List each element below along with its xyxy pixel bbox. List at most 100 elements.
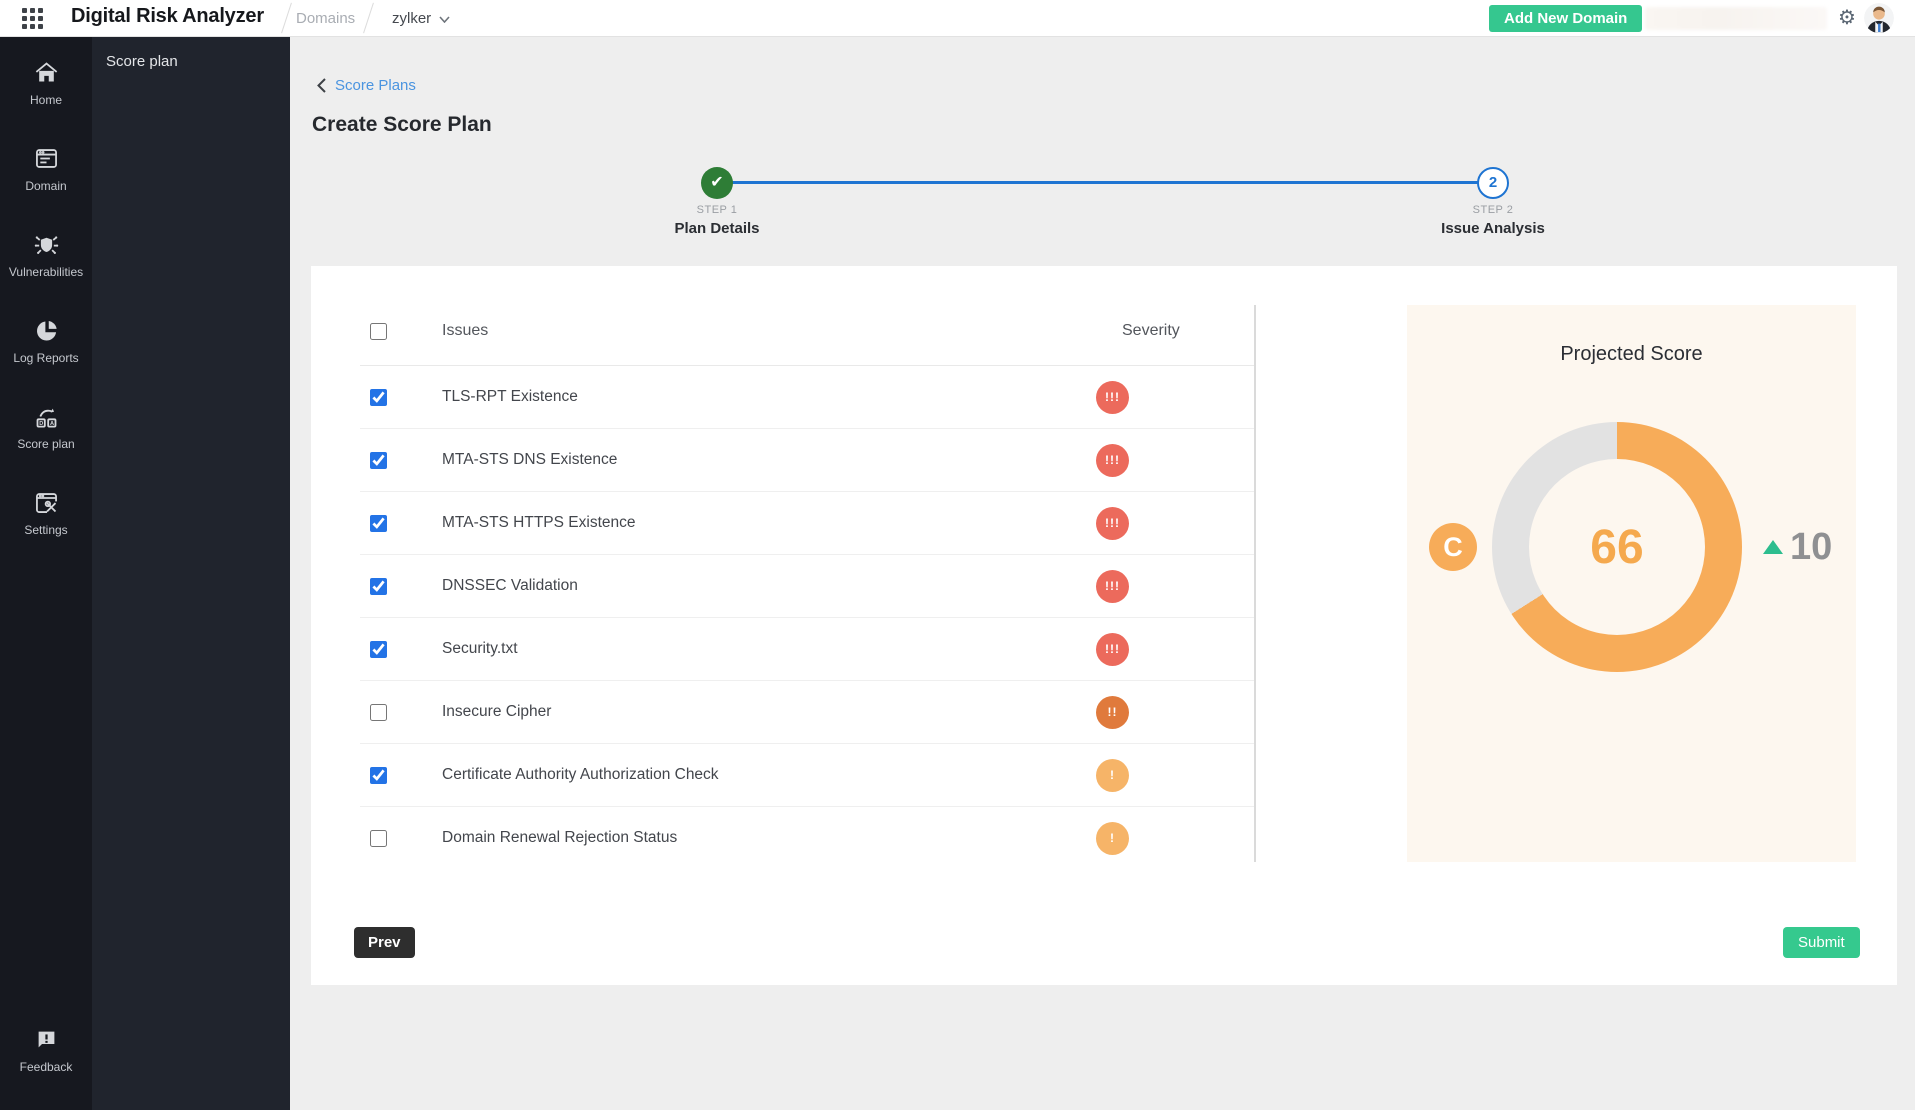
sidebar-item-label: Settings <box>24 523 67 537</box>
table-row: Certificate Authority Authorization Chec… <box>360 744 1254 807</box>
sidebar-item-vulnerabilities[interactable]: Vulnerabilities <box>0 225 92 311</box>
score-delta: 10 <box>1763 519 1832 575</box>
score-value: 66 <box>1590 520 1643 575</box>
issue-checkbox[interactable] <box>370 389 387 406</box>
stepper-connector <box>717 181 1493 184</box>
app-launcher-icon[interactable] <box>22 8 43 29</box>
sidebar-item-home[interactable]: Home <box>0 53 92 139</box>
issue-analysis-card: Issues Severity TLS-RPT Existence !!! MT… <box>311 266 1897 985</box>
issue-name: MTA-STS DNS Existence <box>442 451 617 469</box>
breadcrumb-domains[interactable]: Domains <box>296 10 355 27</box>
page-title: Create Score Plan <box>312 113 492 137</box>
submit-button[interactable]: Submit <box>1783 927 1860 958</box>
arrow-up-icon <box>1763 540 1783 554</box>
chevron-down-icon <box>439 16 450 23</box>
step2-name: Issue Analysis <box>1383 220 1603 237</box>
home-icon <box>33 59 60 86</box>
back-link-score-plans[interactable]: Score Plans <box>317 77 416 94</box>
sidebar-item-feedback[interactable]: Feedback <box>0 1020 92 1106</box>
issue-name: Insecure Cipher <box>442 703 551 721</box>
column-header-issues: Issues <box>442 322 488 340</box>
breadcrumb-separator <box>363 3 374 34</box>
sidebar-item-score-plan[interactable]: DA Score plan <box>0 397 92 483</box>
table-row: DNSSEC Validation !!! <box>360 555 1254 618</box>
table-row: MTA-STS HTTPS Existence !!! <box>360 492 1254 555</box>
table-row: Domain Renewal Rejection Status ! <box>360 807 1254 870</box>
search-input[interactable] <box>1645 7 1827 30</box>
chevron-left-icon <box>317 78 326 93</box>
severity-icon: !!! <box>1096 444 1129 477</box>
severity-icon: ! <box>1096 759 1129 792</box>
settings-icon <box>33 489 60 516</box>
severity-icon: !!! <box>1096 381 1129 414</box>
grade-badge: C <box>1429 523 1477 571</box>
issue-name: TLS-RPT Existence <box>442 388 578 406</box>
primary-sidebar: Home Domain Vulnerabilities Log Reports … <box>0 37 92 1110</box>
sidebar-item-label: Score plan <box>17 437 74 451</box>
log-reports-icon <box>33 317 60 344</box>
feedback-icon <box>33 1026 60 1053</box>
sidebar-item-label: Log Reports <box>13 351 78 365</box>
step1-eyebrow: STEP 1 <box>607 204 827 216</box>
score-delta-value: 10 <box>1790 526 1832 569</box>
table-row: Insecure Cipher !! <box>360 681 1254 744</box>
score-donut-chart: 66 <box>1492 422 1742 672</box>
step1-name: Plan Details <box>607 220 827 237</box>
severity-icon: !!! <box>1096 633 1129 666</box>
severity-icon: !!! <box>1096 570 1129 603</box>
back-link-label: Score Plans <box>335 77 416 94</box>
projected-score-title: Projected Score <box>1407 343 1856 366</box>
issue-checkbox[interactable] <box>370 515 387 532</box>
severity-icon: !! <box>1096 696 1129 729</box>
step2-number-badge: 2 <box>1477 167 1509 199</box>
severity-icon: !!! <box>1096 507 1129 540</box>
issue-name: MTA-STS HTTPS Existence <box>442 514 636 532</box>
projected-score-panel: Projected Score C 66 10 <box>1407 305 1856 862</box>
sidebar-item-label: Vulnerabilities <box>9 265 83 279</box>
sidebar-item-label: Feedback <box>20 1060 73 1074</box>
add-new-domain-button[interactable]: Add New Domain <box>1489 5 1642 32</box>
sidebar-item-label: Home <box>30 93 62 107</box>
subsidebar-item-score-plan[interactable]: Score plan <box>106 53 178 70</box>
svg-text:D: D <box>39 421 43 427</box>
issue-name: Domain Renewal Rejection Status <box>442 829 677 847</box>
table-row: Security.txt !!! <box>360 618 1254 681</box>
issue-checkbox[interactable] <box>370 830 387 847</box>
step1-meta: STEP 1 Plan Details <box>607 204 827 237</box>
issue-checkbox[interactable] <box>370 641 387 658</box>
select-all-checkbox[interactable] <box>370 323 387 340</box>
svg-text:A: A <box>49 421 53 427</box>
secondary-sidebar: Score plan <box>92 37 290 1110</box>
top-header: Digital Risk Analyzer Domains zylker Add… <box>0 0 1915 37</box>
issue-name: Certificate Authority Authorization Chec… <box>442 766 719 784</box>
domain-selector-value: zylker <box>392 10 431 27</box>
step2-eyebrow: STEP 2 <box>1383 204 1603 216</box>
issue-name: DNSSEC Validation <box>442 577 578 595</box>
issue-checkbox[interactable] <box>370 578 387 595</box>
main-content: Score Plans Create Score Plan ✔ 2 STEP 1… <box>290 37 1915 1110</box>
sidebar-item-domain[interactable]: Domain <box>0 139 92 225</box>
score-donut-hole: 66 <box>1529 459 1705 635</box>
prev-button[interactable]: Prev <box>354 927 415 958</box>
issue-checkbox[interactable] <box>370 452 387 469</box>
issue-checkbox[interactable] <box>370 704 387 721</box>
step1-complete-icon: ✔ <box>701 167 733 199</box>
sidebar-item-log-reports[interactable]: Log Reports <box>0 311 92 397</box>
table-row: MTA-STS DNS Existence !!! <box>360 429 1254 492</box>
severity-icon: ! <box>1096 822 1129 855</box>
gear-icon[interactable]: ⚙ <box>1834 5 1860 31</box>
domain-icon <box>33 145 60 172</box>
avatar[interactable] <box>1864 3 1894 33</box>
sidebar-item-label: Domain <box>25 179 66 193</box>
vulnerabilities-icon <box>33 231 60 258</box>
issues-list: TLS-RPT Existence !!! MTA-STS DNS Existe… <box>360 366 1254 870</box>
table-row: TLS-RPT Existence !!! <box>360 366 1254 429</box>
score-plan-icon: DA <box>33 403 60 430</box>
sidebar-item-settings[interactable]: Settings <box>0 483 92 569</box>
step2-meta: STEP 2 Issue Analysis <box>1383 204 1603 237</box>
domain-selector-dropdown[interactable]: zylker <box>392 10 450 27</box>
column-header-severity: Severity <box>1122 322 1180 340</box>
issue-checkbox[interactable] <box>370 767 387 784</box>
issue-name: Security.txt <box>442 640 518 658</box>
table-header: Issues Severity <box>360 313 1254 366</box>
